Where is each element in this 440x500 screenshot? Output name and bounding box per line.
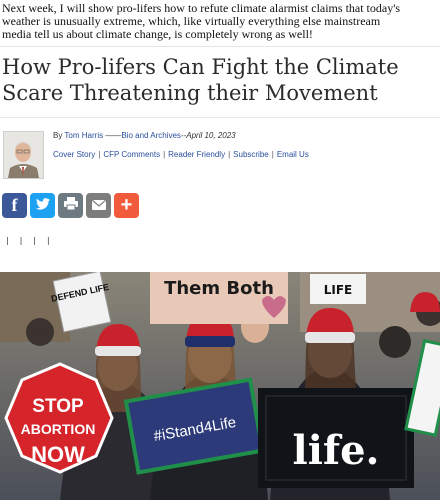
bio-archives-link[interactable]: Bio and Archives xyxy=(121,131,181,140)
print-icon xyxy=(63,197,78,214)
intro-line: media tell us about climate change, is c… xyxy=(2,27,313,41)
article-headline: How Pro-lifers Can Fight the Climate Sca… xyxy=(2,55,399,105)
sign-life-top: LIFE xyxy=(324,283,353,297)
sign-stop: STOP xyxy=(32,396,84,417)
byline-separator: —— xyxy=(103,131,122,140)
rally-photo: DEFEND LIFE Them Both LIFE STOP ABORTION… xyxy=(0,272,440,500)
publish-date: --April 10, 2023 xyxy=(180,131,236,140)
more-share-button[interactable]: + xyxy=(114,193,139,218)
reader-friendly-link[interactable]: Reader Friendly xyxy=(168,150,225,159)
plus-icon: + xyxy=(120,194,133,216)
sign-now: NOW xyxy=(31,442,85,467)
link-separator: | xyxy=(271,150,274,159)
divider xyxy=(0,46,440,47)
cover-story-link[interactable]: Cover Story xyxy=(53,150,95,159)
divider xyxy=(0,117,440,118)
twitter-icon xyxy=(35,197,50,214)
page-marks: | | | | xyxy=(5,236,53,245)
email-icon xyxy=(91,197,106,214)
link-separator: | xyxy=(98,150,101,159)
sign-abortion: ABORTION xyxy=(21,421,96,437)
author-link[interactable]: Tom Harris xyxy=(64,131,103,140)
print-button[interactable] xyxy=(58,193,83,218)
sign-life: life. xyxy=(293,427,380,474)
link-separator: | xyxy=(163,150,166,159)
subscribe-link[interactable]: Subscribe xyxy=(233,150,269,159)
link-separator: | xyxy=(228,150,231,159)
share-buttons: f + xyxy=(2,193,139,218)
article-links: Cover Story | CFP Comments | Reader Friendly… xyxy=(53,150,309,159)
facebook-share-button[interactable]: f xyxy=(2,193,27,218)
email-us-link[interactable]: Email Us xyxy=(277,150,309,159)
cfp-comments-link[interactable]: CFP Comments xyxy=(103,150,160,159)
byline: By Tom Harris ——Bio and Archives--April … xyxy=(53,131,236,140)
facebook-icon: f xyxy=(11,195,18,215)
byline-by: By xyxy=(53,131,63,140)
sign-them-both: Them Both xyxy=(164,278,274,299)
author-avatar xyxy=(3,131,44,179)
intro-paragraph: Next week, I will show pro-lifers how to… xyxy=(2,2,440,41)
twitter-share-button[interactable] xyxy=(30,193,55,218)
email-share-button[interactable] xyxy=(86,193,111,218)
